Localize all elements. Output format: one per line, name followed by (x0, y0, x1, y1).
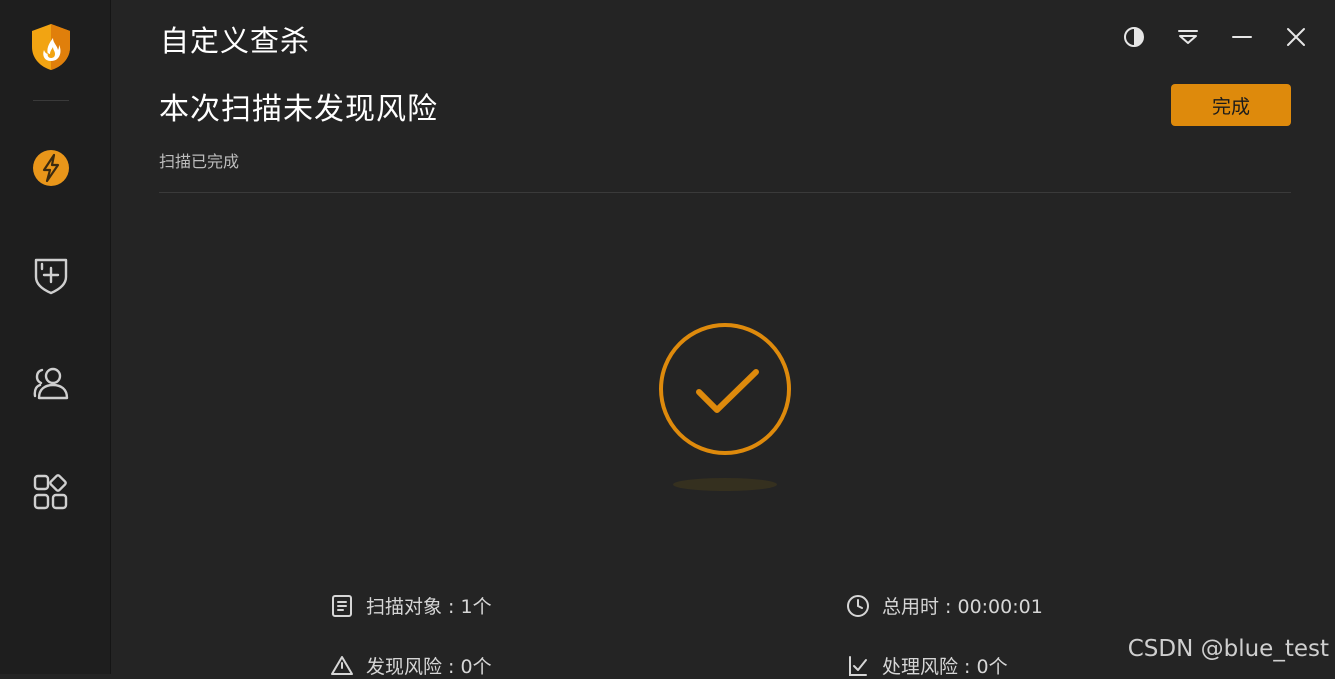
header-divider (159, 192, 1291, 193)
clock-icon (846, 594, 870, 618)
scan-status-text: 扫描已完成 (159, 152, 240, 171)
sidebar-item-protection[interactable] (28, 252, 74, 298)
sidebar-item-quick-scan[interactable] (28, 145, 74, 191)
window-title: 自定义查杀 (160, 24, 311, 58)
app-logo-icon (28, 24, 74, 70)
users-icon (33, 367, 69, 400)
stat-risks-found-text: 发现风险 : 0个 (366, 656, 492, 678)
result-headline: 本次扫描未发现风险 (159, 92, 438, 127)
done-button[interactable]: 完成 (1171, 84, 1291, 126)
stat-scanned-objects: 扫描对象 : 1个 (330, 592, 492, 619)
stat-total-time-text: 总用时 : 00:00:01 (882, 596, 1043, 618)
watermark: CSDN @blue_test (1127, 636, 1329, 662)
success-check-icon (657, 321, 793, 457)
theme-toggle-button[interactable] (1121, 24, 1147, 50)
minimize-button[interactable] (1229, 24, 1255, 50)
stat-risks-handled-text: 处理风险 : 0个 (882, 656, 1008, 678)
document-icon (330, 594, 354, 618)
lightning-icon (33, 150, 69, 186)
minimize-icon (1232, 36, 1252, 38)
check-shadow (673, 478, 777, 491)
sidebar (0, 0, 111, 674)
dropdown-menu-icon (1178, 30, 1198, 44)
shield-plus-icon (34, 258, 68, 295)
stat-total-time: 总用时 : 00:00:01 (846, 592, 1043, 619)
stat-risks-found: 发现风险 : 0个 (330, 652, 492, 679)
sidebar-item-apps[interactable] (28, 469, 74, 515)
stat-risks-handled: 处理风险 : 0个 (846, 652, 1008, 679)
apps-grid-icon (33, 474, 68, 510)
sidebar-divider (33, 100, 69, 101)
close-icon (1287, 28, 1305, 46)
theme-toggle-icon (1124, 27, 1144, 47)
close-button[interactable] (1283, 24, 1309, 50)
menu-button[interactable] (1175, 24, 1201, 50)
stat-scanned-objects-text: 扫描对象 : 1个 (366, 596, 492, 618)
sidebar-item-users[interactable] (28, 360, 74, 406)
